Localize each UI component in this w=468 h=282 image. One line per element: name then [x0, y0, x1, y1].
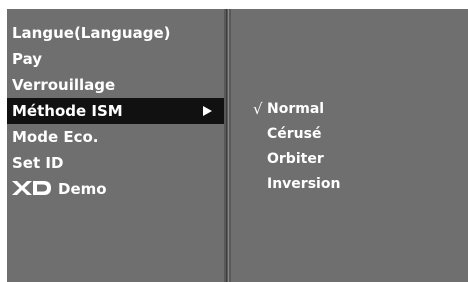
- option-label: Cérusé: [267, 126, 322, 142]
- check-icon: √: [253, 100, 263, 118]
- option-normal[interactable]: √ Normal: [231, 97, 468, 122]
- menu-item-label: Demo: [58, 180, 107, 198]
- option-label: Orbiter: [267, 151, 324, 167]
- panel-divider: [224, 9, 231, 282]
- option-inversion[interactable]: Inversion: [231, 172, 468, 197]
- menu-item-label: Langue(Language): [12, 24, 171, 42]
- menu-item-label: Verrouillage: [12, 76, 116, 94]
- option-label: Inversion: [267, 176, 341, 192]
- menu-item-label: Set ID: [12, 154, 64, 172]
- menu-item-pay[interactable]: Pay: [7, 46, 224, 72]
- main-menu-panel: Langue(Language) Pay Verrouillage Méthod…: [7, 9, 224, 282]
- osd-menu: Langue(Language) Pay Verrouillage Méthod…: [0, 0, 468, 282]
- menu-item-label: Mode Eco.: [12, 128, 99, 146]
- menu-item-language[interactable]: Langue(Language): [7, 20, 224, 46]
- triangle-right-icon: [203, 106, 212, 116]
- xd-logo-icon: [12, 180, 51, 195]
- option-ceruse[interactable]: Cérusé: [231, 122, 468, 147]
- option-label: Normal: [267, 101, 325, 117]
- menu-item-ism-method[interactable]: Méthode ISM: [7, 98, 224, 124]
- menu-item-set-id[interactable]: Set ID: [7, 150, 224, 176]
- menu-item-eco-mode[interactable]: Mode Eco.: [7, 124, 224, 150]
- menu-item-lock[interactable]: Verrouillage: [7, 72, 224, 98]
- submenu-panel: √ Normal Cérusé Orbiter Inversion: [231, 9, 468, 282]
- menu-item-label: Pay: [12, 50, 43, 68]
- main-menu-list: Langue(Language) Pay Verrouillage Méthod…: [7, 20, 224, 202]
- option-orbiter[interactable]: Orbiter: [231, 147, 468, 172]
- menu-item-demo[interactable]: Demo: [7, 176, 224, 202]
- menu-item-label: Méthode ISM: [12, 102, 123, 120]
- ism-options-list: √ Normal Cérusé Orbiter Inversion: [231, 97, 468, 197]
